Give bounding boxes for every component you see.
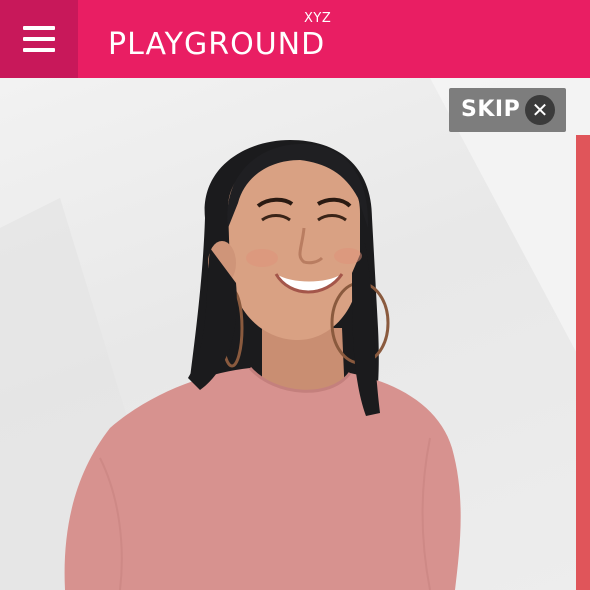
side-accent-bar [576,135,590,590]
app-screen: PLAYGROUND XYZ SKIP ✕ [0,0,590,590]
hero-illustration [0,78,590,590]
skip-button[interactable]: SKIP ✕ [449,88,566,132]
skip-label: SKIP [461,97,521,122]
hero-image [0,78,590,590]
logo-superscript: XYZ [304,11,332,26]
site-logo[interactable]: PLAYGROUND XYZ [108,12,348,68]
hamburger-menu-icon [23,26,55,30]
top-header: PLAYGROUND XYZ [0,0,590,78]
hamburger-menu-icon-line [23,48,55,52]
close-icon[interactable]: ✕ [525,95,555,125]
logo-text: PLAYGROUND [108,27,326,62]
menu-button[interactable] [0,0,78,78]
hamburger-menu-icon-line [23,37,55,41]
